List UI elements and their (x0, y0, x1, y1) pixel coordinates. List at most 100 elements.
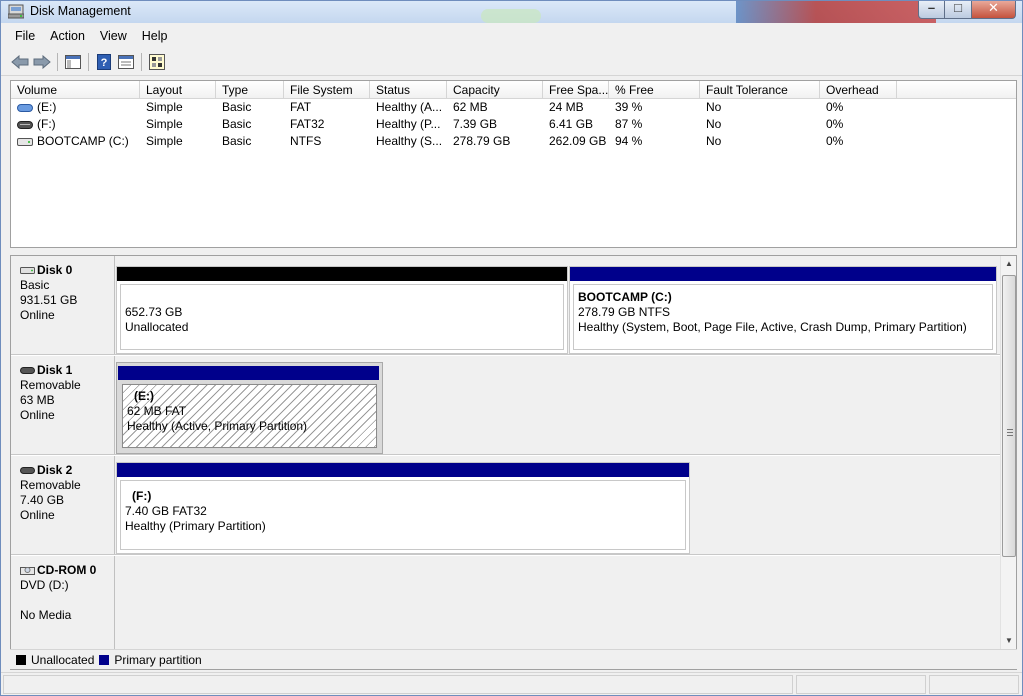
column-header-status[interactable]: Status (370, 81, 447, 99)
partition-f[interactable]: (F:) 7.40 GB FAT32 Healthy (Primary Part… (116, 462, 690, 554)
close-button[interactable]: ✕ (972, 0, 1016, 19)
disk-row-1: Disk 1 Removable 63 MB Online (E:) 62 MB… (11, 356, 1000, 455)
status-pane (929, 675, 1019, 694)
volume-row-f[interactable]: (F:) Simple Basic FAT32 Healthy (P... 7.… (11, 116, 1016, 133)
volume-row-c[interactable]: BOOTCAMP (C:) Simple Basic NTFS Healthy … (11, 133, 1016, 150)
partition-body: 652.73 GB Unallocated (120, 284, 564, 350)
scroll-down-icon[interactable]: ▼ (1001, 636, 1016, 645)
disk-row-0: Disk 0 Basic 931.51 GB Online 652.73 GB … (11, 256, 1000, 355)
primary-partition-swatch (99, 654, 110, 665)
type-cell: Basic (222, 100, 252, 114)
primary-partition-bar (117, 463, 689, 477)
help-icon: ? (97, 53, 111, 70)
disk-size (20, 593, 114, 608)
fault-tolerance-cell: No (706, 134, 722, 148)
maximize-button[interactable]: □ (945, 0, 972, 19)
partition-size: 62 MB FAT (127, 404, 187, 418)
disk-2-label[interactable]: Disk 2 Removable 7.40 GB Online (11, 456, 115, 554)
primary-partition-bar (570, 267, 996, 281)
menu-bar: File Action View Help (1, 25, 1022, 47)
graphical-view-scrollbar[interactable]: ▲ ▼ (1000, 256, 1016, 669)
properties-icon (118, 54, 134, 69)
disk-size: 7.40 GB (20, 493, 65, 507)
file-system-cell: FAT (290, 100, 312, 114)
disk-name: Disk 0 (37, 263, 73, 277)
disk-0-label[interactable]: Disk 0 Basic 931.51 GB Online (11, 256, 115, 354)
column-header-fault-tolerance[interactable]: Fault Tolerance (700, 81, 820, 99)
menu-view[interactable]: View (94, 29, 133, 43)
volume-row-e[interactable]: (E:) Simple Basic FAT Healthy (A... 62 M… (11, 99, 1016, 116)
capacity-cell: 278.79 GB (453, 134, 511, 148)
overhead-cell: 0% (826, 134, 844, 148)
cdrom-0-label[interactable]: CD-ROM 0 DVD (D:) No Media (11, 556, 115, 650)
overhead-cell: 0% (826, 117, 844, 131)
properties-button[interactable] (115, 51, 137, 73)
type-cell: Basic (222, 117, 252, 131)
column-header-capacity[interactable]: Capacity (447, 81, 543, 99)
disk-name: CD-ROM 0 (37, 563, 97, 577)
partition-size: 278.79 GB NTFS (578, 305, 671, 319)
status-pane (3, 675, 793, 694)
scroll-thumb[interactable] (1002, 275, 1016, 557)
partition-unallocated[interactable]: 652.73 GB Unallocated (116, 266, 568, 354)
forward-button[interactable] (31, 51, 53, 73)
disk-size: 63 MB (20, 393, 55, 407)
disk-kind: Basic (20, 278, 50, 292)
layout-cell: Simple (146, 117, 183, 131)
help-button[interactable]: ? (93, 51, 115, 73)
disk-settings-button[interactable] (146, 51, 168, 73)
removable-disk-icon (20, 367, 35, 375)
column-header-free-space[interactable]: Free Spa... (543, 81, 609, 99)
partition-status: Healthy (Active, Primary Partition) (127, 419, 308, 433)
scroll-up-icon[interactable]: ▲ (1001, 259, 1016, 268)
disk-graphical-view: Disk 0 Basic 931.51 GB Online 652.73 GB … (10, 255, 1017, 670)
file-system-cell: NTFS (290, 134, 322, 148)
disk-kind: DVD (D:) (20, 578, 69, 592)
window-title: Disk Management (30, 4, 131, 18)
partition-body: (F:) 7.40 GB FAT32 Healthy (Primary Part… (120, 480, 686, 550)
show-hide-console-tree-button[interactable] (62, 51, 84, 73)
pane-splitter[interactable] (10, 249, 1017, 254)
close-icon: ✕ (988, 0, 999, 15)
legend-label: Unallocated (31, 652, 95, 667)
disk-1-label[interactable]: Disk 1 Removable 63 MB Online (11, 356, 115, 454)
removable-volume-icon (17, 120, 33, 129)
unallocated-bar (117, 267, 567, 281)
column-header-file-system[interactable]: File System (284, 81, 370, 99)
removable-volume-icon (17, 103, 33, 112)
disk-kind: Removable (20, 478, 81, 492)
disk-state: Online (20, 408, 55, 422)
desktop-background-fragment (481, 9, 541, 23)
partition-size: 652.73 GB (125, 305, 183, 319)
volume-name: BOOTCAMP (C:) (37, 134, 129, 148)
column-header-volume[interactable]: Volume (11, 81, 140, 99)
menu-action[interactable]: Action (44, 29, 91, 43)
percent-free-cell: 94 % (615, 134, 643, 148)
volume-list[interactable]: Volume Layout Type File System Status Ca… (10, 80, 1017, 248)
back-icon (11, 54, 29, 69)
menu-help[interactable]: Help (136, 29, 174, 43)
disk-name: Disk 1 (37, 363, 73, 377)
title-bar: Disk Management – □ ✕ (1, 0, 1022, 23)
percent-free-cell: 39 % (615, 100, 643, 114)
partition-body: BOOTCAMP (C:) 278.79 GB NTFS Healthy (Sy… (573, 284, 993, 350)
partition-volume-name: (F:) (132, 489, 152, 503)
partition-bootcamp-c[interactable]: BOOTCAMP (C:) 278.79 GB NTFS Healthy (Sy… (569, 266, 997, 354)
disk-management-window: Disk Management – □ ✕ File Action View H… (0, 0, 1023, 696)
console-tree-icon (65, 54, 81, 69)
column-header-layout[interactable]: Layout (140, 81, 216, 99)
disk-state: Online (20, 508, 55, 522)
volume-cell: (F:) (11, 116, 140, 133)
disk-size: 931.51 GB (20, 293, 78, 307)
legend-item-unallocated: Unallocated (16, 653, 94, 667)
minimize-button[interactable]: – (918, 0, 945, 19)
toolbar-separator (88, 52, 89, 71)
menu-file[interactable]: File (9, 29, 41, 43)
toolbar-separator (141, 52, 142, 71)
partition-e[interactable]: (E:) 62 MB FAT Healthy (Active, Primary … (116, 362, 383, 454)
back-button[interactable] (9, 51, 31, 73)
column-header-percent-free[interactable]: % Free (609, 81, 700, 99)
column-header-overhead[interactable]: Overhead (820, 81, 897, 99)
column-header-type[interactable]: Type (216, 81, 284, 99)
file-system-cell: FAT32 (290, 117, 325, 131)
